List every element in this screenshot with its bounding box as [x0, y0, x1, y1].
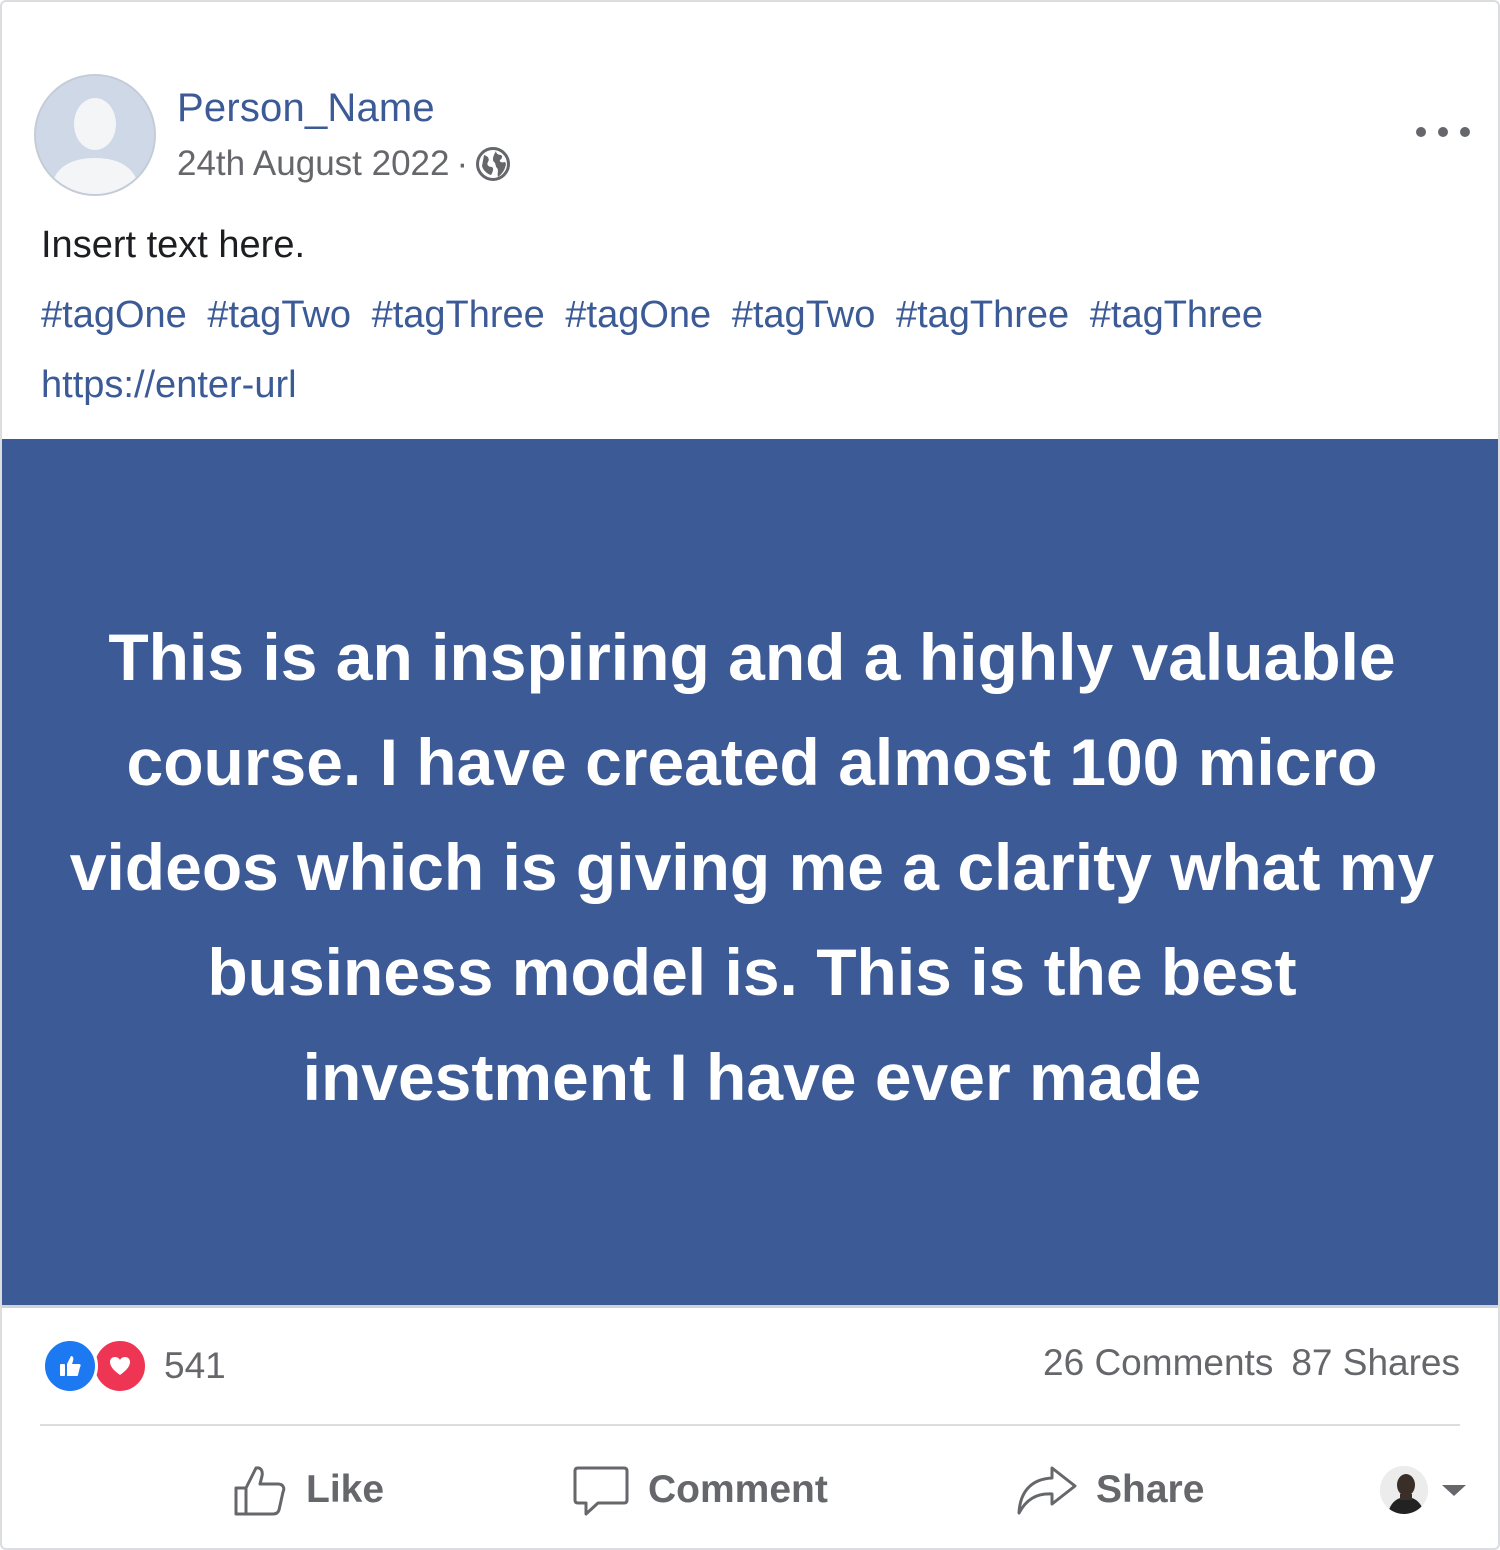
share-button[interactable]: Share	[1016, 1442, 1204, 1538]
share-arrow-icon	[1017, 1466, 1077, 1515]
chevron-down-icon	[1442, 1484, 1466, 1496]
like-button[interactable]: Like	[232, 1442, 384, 1538]
like-label: Like	[306, 1468, 385, 1511]
hashtag-link[interactable]: #tagThree	[896, 294, 1069, 336]
profile-avatar	[1380, 1466, 1428, 1514]
reactions-summary[interactable]: 541	[42, 1338, 226, 1394]
author-avatar[interactable]	[34, 74, 156, 196]
shares-count-link[interactable]: 87 Shares	[1291, 1342, 1460, 1384]
comment-button[interactable]: Comment	[572, 1442, 828, 1538]
post-meta: 24th August 2022 ·	[177, 144, 511, 184]
quote-banner[interactable]: This is an inspiring and a highly valuab…	[2, 439, 1498, 1308]
more-dot-icon	[1416, 127, 1426, 137]
thumbs-up-icon	[234, 1466, 286, 1516]
more-options-button[interactable]	[1416, 114, 1470, 150]
reactions-count: 541	[164, 1345, 226, 1386]
more-dot-icon	[1438, 127, 1448, 137]
hashtag-link[interactable]: #tagTwo	[207, 294, 351, 336]
hashtag-link[interactable]: #tagThree	[1090, 294, 1263, 336]
author-name[interactable]: Person_Name	[177, 86, 435, 131]
love-reaction-icon	[92, 1338, 148, 1394]
post-card: Person_Name 24th August 2022 · Insert te…	[0, 0, 1500, 1550]
default-user-icon	[36, 76, 154, 194]
share-label: Share	[1096, 1468, 1205, 1511]
post-date[interactable]: 24th August 2022	[177, 144, 449, 184]
meta-separator: ·	[456, 144, 469, 183]
like-reaction-icon	[42, 1338, 98, 1394]
quote-text: This is an inspiring and a highly valuab…	[69, 619, 1435, 1114]
comment-label: Comment	[648, 1468, 828, 1511]
comments-count-link[interactable]: 26 Comments	[1043, 1342, 1273, 1384]
post-url-link[interactable]: https://enter-url	[41, 364, 297, 407]
globe-icon[interactable]	[475, 146, 511, 182]
more-dot-icon	[1460, 127, 1470, 137]
engagement-stats: 26 Comments 87 Shares	[1043, 1342, 1460, 1384]
post-as-selector[interactable]	[1380, 1466, 1466, 1514]
hashtag-link[interactable]: #tagTwo	[732, 294, 876, 336]
action-bar: Like Comment Share	[2, 1442, 1498, 1538]
comment-icon	[573, 1466, 629, 1516]
hashtag-link[interactable]: #tagThree	[372, 294, 545, 336]
hashtag-link[interactable]: #tagOne	[41, 294, 187, 336]
hashtags: #tagOne #tagTwo #tagThree #tagOne #tagTw…	[41, 294, 1273, 337]
post-text: Insert text here.	[41, 224, 306, 266]
hashtag-link[interactable]: #tagOne	[565, 294, 711, 336]
action-divider	[40, 1424, 1460, 1426]
